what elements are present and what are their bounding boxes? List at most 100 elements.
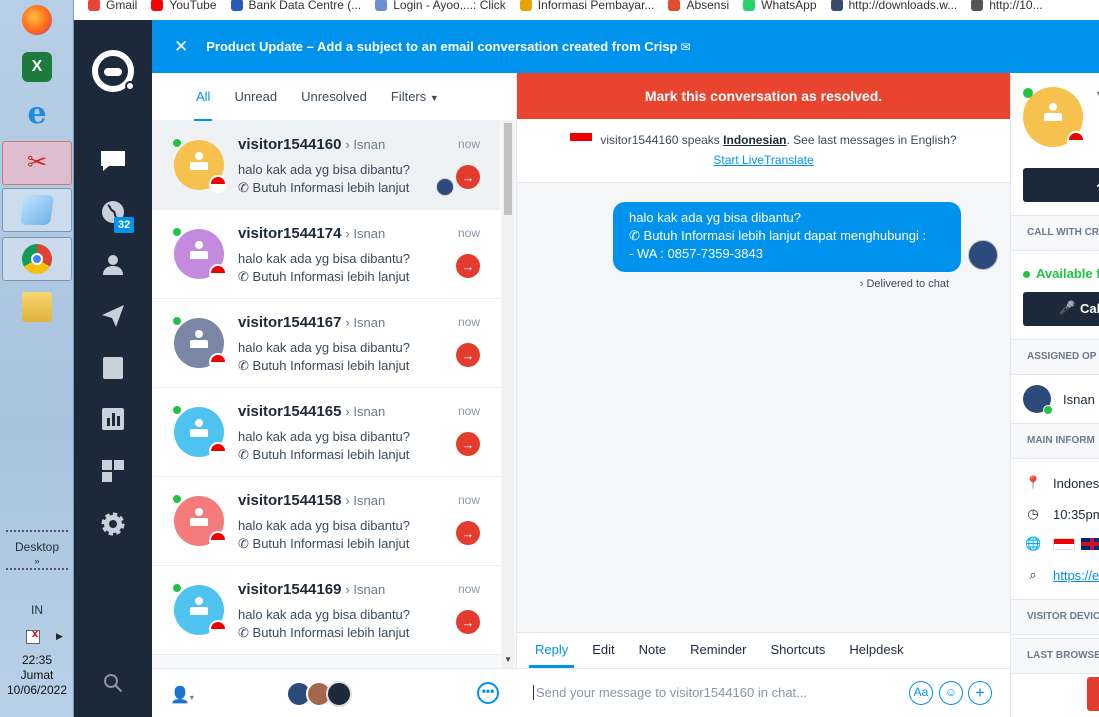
excel-taskbar-button[interactable]: X xyxy=(2,45,72,89)
internet-explorer-taskbar-button[interactable]: e xyxy=(2,92,72,136)
visitor-device-header[interactable]: VISITOR DEVIC xyxy=(1011,599,1099,635)
search-nav-button[interactable] xyxy=(98,668,128,698)
bookmark-item[interactable]: Informasi Pembayar... xyxy=(519,0,654,12)
scroll-thumb[interactable] xyxy=(504,123,512,215)
status-dot-icon xyxy=(125,81,135,91)
tab-helpdesk[interactable]: Helpdesk xyxy=(849,633,903,668)
agent-name: Isnan xyxy=(353,137,386,152)
conversation-item[interactable]: visitor1544174 › Isnan now halo kak ada yg … xyxy=(152,210,500,299)
website-link[interactable]: https://e xyxy=(1053,568,1099,583)
desktop-toolbar[interactable]: Desktop » xyxy=(0,528,74,574)
tray-expand-icon[interactable]: ▶ xyxy=(56,631,63,642)
settings-nav-button[interactable] xyxy=(98,509,128,539)
bookmark-item[interactable]: http://10... xyxy=(971,0,1043,12)
go-to-conversation-button[interactable]: → xyxy=(456,610,480,634)
user-filter-icon[interactable]: 👤▾ xyxy=(170,685,194,705)
chrome-taskbar-button[interactable] xyxy=(2,237,72,281)
bookmark-item[interactable]: Absensi xyxy=(668,0,729,12)
tab-unread[interactable]: Unread xyxy=(234,73,277,121)
crisp-logo[interactable] xyxy=(92,50,135,92)
tab-reminder[interactable]: Reminder xyxy=(690,633,746,668)
conversation-list-footer: 👤▾ ••• xyxy=(152,668,517,717)
go-to-conversation-button[interactable]: → xyxy=(456,165,480,189)
bookmark-item[interactable]: WhatsApp xyxy=(743,0,817,12)
notepad-taskbar-button[interactable] xyxy=(2,188,72,232)
last-message-line-2: ✆ Butuh Informasi lebih lanjut xyxy=(238,447,409,463)
bookmark-item[interactable]: Login - Ayoo....: Click xyxy=(375,0,506,12)
more-options-icon[interactable]: ••• xyxy=(477,682,499,704)
inbox-nav-button[interactable] xyxy=(98,146,128,176)
location-row: 📍 Indonesi xyxy=(1025,475,1099,491)
avatar xyxy=(436,178,454,196)
bookmark-item[interactable]: YouTube xyxy=(151,0,217,12)
analytics-nav-button[interactable] xyxy=(98,404,128,434)
tab-reply[interactable]: Reply xyxy=(528,633,575,668)
operator-message-bubble[interactable]: halo kak ada yg bisa dibantu? ✆ Butuh In… xyxy=(613,202,961,272)
last-message-line-1: halo kak ada yg bisa dibantu? xyxy=(238,340,411,355)
bookmark-label: Bank Data Centre (... xyxy=(248,0,362,12)
conversation-header: visitor1544165 › Isnan xyxy=(238,403,385,420)
snipping-tool-taskbar-button[interactable]: ✂ xyxy=(2,141,72,185)
bookmarks-bar: Gmail YouTube Bank Data Centre (... Login -… xyxy=(74,0,1099,20)
conversation-item[interactable]: visitor1544158 › Isnan now halo kak ada yg … xyxy=(152,477,500,566)
go-to-conversation-button[interactable]: → xyxy=(456,432,480,456)
start-livetranslate-link[interactable]: Start LiveTranslate xyxy=(517,153,1010,167)
tab-all[interactable]: All xyxy=(193,73,213,121)
campaigns-nav-button[interactable] xyxy=(98,301,128,331)
system-clock[interactable]: 22:35 Jumat 10/06/2022 xyxy=(0,653,74,698)
visitor-profile-panel: ▾ ↗ CALL WITH CR Available f 🎤 Cal ASSIG… xyxy=(1010,73,1099,717)
bookmark-item[interactable]: Gmail xyxy=(88,0,137,12)
language-link[interactable]: Indonesian xyxy=(723,133,786,147)
add-attachment-icon[interactable]: + xyxy=(968,681,992,705)
gear-icon xyxy=(101,512,125,536)
resolve-conversation-button[interactable]: Mark this conversation as resolved. xyxy=(517,73,1010,119)
last-message-text: Butuh Informasi lebih lanjut xyxy=(252,625,410,640)
emoji-icon[interactable]: ☺ xyxy=(939,681,963,705)
last-browsed-header[interactable]: LAST BROWSE xyxy=(1011,638,1099,674)
tab-edit[interactable]: Edit xyxy=(592,633,614,668)
assigned-operator-header: ASSIGNED OP xyxy=(1011,339,1099,375)
close-icon[interactable]: ✕ xyxy=(174,37,188,57)
bookmark-item[interactable]: http://downloads.w... xyxy=(830,0,957,12)
helpdesk-nav-button[interactable] xyxy=(98,353,128,383)
indonesia-flag-icon xyxy=(209,175,227,193)
tab-filters[interactable]: Filters ▼ xyxy=(391,73,439,121)
clock-date: 10/06/2022 xyxy=(6,683,68,697)
conversation-header: visitor1544160 › Isnan xyxy=(238,136,385,153)
indonesia-flag-icon xyxy=(209,531,227,549)
block-visitor-button[interactable] xyxy=(1087,677,1099,711)
team-avatars[interactable] xyxy=(286,681,352,707)
plugins-nav-button[interactable] xyxy=(98,456,128,486)
message-input[interactable]: Send your message to visitor1544160 in c… xyxy=(533,685,807,700)
file-explorer-taskbar-button[interactable] xyxy=(2,285,72,329)
local-time-row: ◷ 10:35pm xyxy=(1025,506,1099,522)
conversation-item[interactable]: visitor1544167 › Isnan now halo kak ada yg … xyxy=(152,299,500,388)
firefox-taskbar-button[interactable] xyxy=(2,0,72,42)
text-format-icon[interactable]: Aa xyxy=(909,681,933,705)
contacts-nav-button[interactable] xyxy=(98,249,128,279)
profile-action-button[interactable]: ↗ xyxy=(1023,168,1099,202)
bookmark-item[interactable]: Bank Data Centre (... xyxy=(230,0,362,12)
tab-note[interactable]: Note xyxy=(639,633,666,668)
last-message-line-1: halo kak ada yg bisa dibantu? xyxy=(238,162,411,177)
conversation-header: visitor1544174 › Isnan xyxy=(238,225,385,242)
last-message-text: Butuh Informasi lebih lanjut xyxy=(252,180,410,195)
call-button[interactable]: 🎤 Cal xyxy=(1023,292,1099,326)
conversation-scrollbar[interactable] xyxy=(502,121,514,668)
go-to-conversation-button[interactable]: → xyxy=(456,254,480,278)
assigned-operator[interactable]: Isnan xyxy=(1023,385,1095,415)
banner-text[interactable]: Product Update – Add a subject to an ema… xyxy=(206,39,677,54)
go-to-conversation-button[interactable]: → xyxy=(456,521,480,545)
conversation-item[interactable]: visitor1544160 › Isnan now halo kak ada yg … xyxy=(152,121,500,210)
indonesia-flag-icon xyxy=(209,620,227,638)
scissors-icon: ✂ xyxy=(26,149,48,176)
go-to-conversation-button[interactable]: → xyxy=(456,343,480,367)
bar-chart-icon xyxy=(102,408,124,430)
conversation-item[interactable]: visitor1544165 › Isnan now halo kak ada yg … xyxy=(152,388,500,477)
action-center-flag-icon[interactable] xyxy=(26,628,40,644)
tab-shortcuts[interactable]: Shortcuts xyxy=(770,633,825,668)
language-indicator[interactable]: IN xyxy=(0,603,74,617)
tab-unresolved[interactable]: Unresolved xyxy=(301,73,367,121)
scroll-down-arrow-icon[interactable]: ▼ xyxy=(504,655,512,664)
conversation-item[interactable]: visitor1544169 › Isnan now halo kak ada yg … xyxy=(152,566,500,655)
